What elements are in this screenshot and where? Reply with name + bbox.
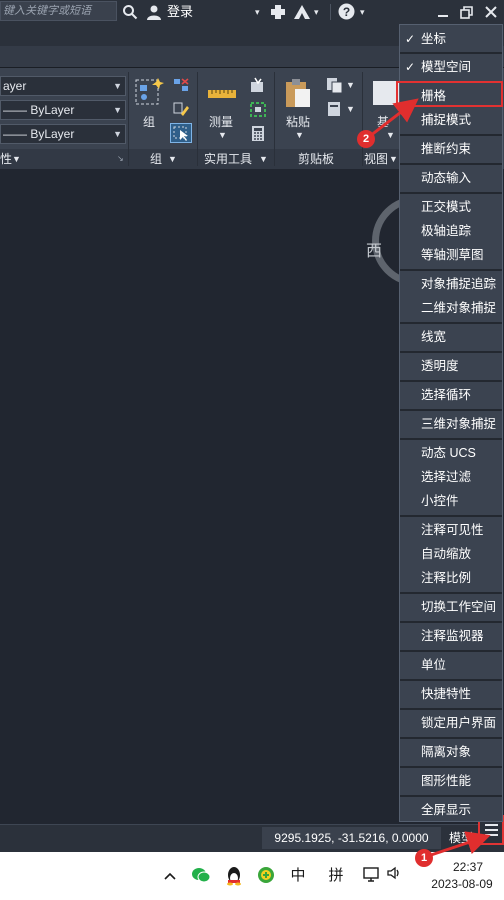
step-2-badge: 2 (357, 130, 375, 148)
arrow-to-menu-button (427, 831, 491, 858)
arrow-to-grid-item (369, 98, 419, 138)
annotation-arrows (369, 98, 491, 858)
step-1-badge: 1 (415, 849, 433, 867)
